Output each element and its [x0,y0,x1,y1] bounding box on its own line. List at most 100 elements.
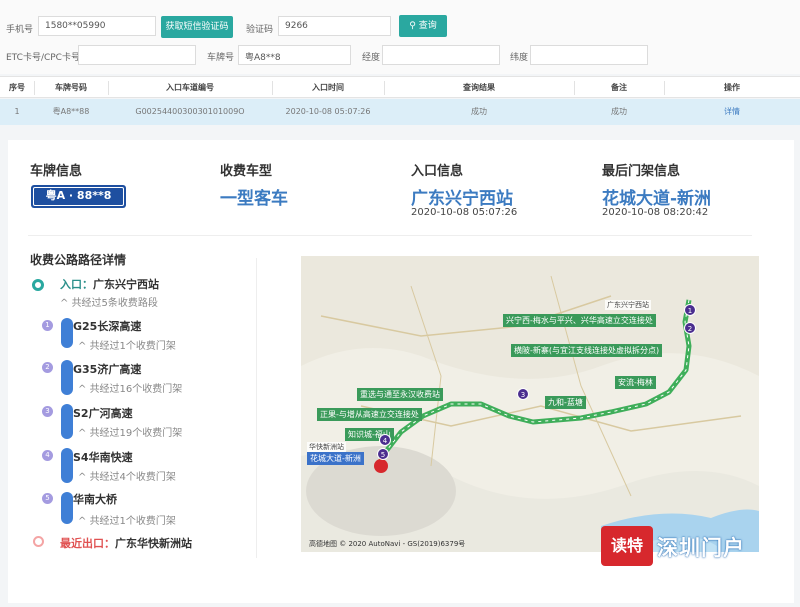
gantry-info-label: 最后门架信息 [602,164,681,179]
header-plate: 车牌号码 [55,83,87,92]
details-link[interactable]: 详情 [664,99,800,125]
route-exit: 最近出口：广东华快新洲站 [60,535,192,551]
plate-label: 车牌号 [207,53,235,63]
map-label: 花城大道-新洲 [307,452,364,465]
page: 手机号 1580**05990 获取短信验证码 验证码 9266 ⚲ 查询 ET… [0,0,800,607]
route-title: 收费公路路径详情 [30,253,127,267]
chevron-up-icon: ^ [78,516,90,527]
vehicle-type-value: 一型客车 [220,189,288,209]
header-lane: 入口车道编号 [166,83,214,92]
gantry-station: 花城大道-新洲 [602,189,712,209]
segment-track [61,492,73,524]
watermark-logo: 读特 深圳门户 [601,526,773,566]
segment-sub-text: 共经过19个收费门架 [89,428,183,439]
longitude-input[interactable] [382,45,500,65]
segment-sub[interactable]: ^ 共经过1个收费门架 [78,337,176,352]
entry-prefix: 入口： [60,278,93,291]
segment-sub[interactable]: ^ 共经过4个收费门架 [78,468,176,483]
row-result: 成功 [471,107,487,116]
code-label: 验证码 [246,25,274,35]
route-entry-sub: ^ 共经过5条收费路段 [60,294,158,309]
segment-number: 5 [42,493,53,504]
entry-name: 广东兴宁西站 [93,278,159,291]
plate-badge-text: 粤A · 88**8 [33,187,124,206]
gantry-time: 2020-10-08 08:20:42 [602,207,709,218]
divider [28,235,752,236]
row-index: 1 [14,107,20,116]
chevron-up-icon: ^ [60,298,72,309]
route-map[interactable]: 广东兴宁西站 兴宁西-梅水与平兴、兴华高速立交连接处 横陂-新寨(与宜江支线连接… [301,256,759,552]
map-label: 广东兴宁西站 [605,300,651,310]
longitude-label: 经度 [362,53,381,63]
chevron-up-icon: ^ [78,384,90,395]
segment-sub-text: 共经过4个收费门架 [89,472,176,483]
watermark-badge: 读特 [601,526,653,566]
entry-station: 广东兴宁西站 [411,189,513,209]
row-remark: 成功 [611,107,627,116]
row-time: 2020-10-08 05:07:26 [285,107,371,116]
segment-sub[interactable]: ^ 共经过1个收费门架 [78,512,176,527]
entry-sub-text: 共经过5条收费路段 [71,298,158,309]
header-time: 入口时间 [312,83,344,92]
table-header: 序号 车牌号码 入口车道编号 入口时间 查询结果 备注 操作 [0,76,800,98]
latitude-label: 纬度 [510,53,529,63]
header-index: 序号 [9,83,25,92]
phone-input[interactable]: 1580**05990 [38,16,156,36]
map-copyright: 高德地图 © 2020 AutoNavi - GS(2019)6379号 [309,540,466,548]
plate-badge: 粤A · 88**8 [31,185,126,208]
segment-number: 2 [42,362,53,373]
exit-icon [33,536,44,547]
segment-number: 4 [42,450,53,461]
exit-name: 广东华快新洲站 [115,537,192,550]
header-action: 操作 [724,83,740,92]
map-pin[interactable]: 5 [377,448,389,460]
plate-input[interactable]: 粤A8**8 [238,45,351,65]
segment-track [61,404,73,439]
map-label: 安流-梅林 [615,376,656,389]
map-label: 九和-蓝塘 [545,396,586,409]
segment-name: G25长深高速 [73,320,142,333]
segment-sub-text: 共经过1个收费门架 [89,341,176,352]
row-plate: 粤A8**88 [52,107,90,116]
query-button-label: 查询 [418,21,437,31]
segment-track [61,448,73,483]
map-label: 华快新洲站 [307,442,346,452]
chevron-up-icon: ^ [78,472,90,483]
chevron-up-icon: ^ [78,428,90,439]
etc-label: ETC卡号/CPC卡号 [6,53,80,63]
divider [256,258,257,558]
segment-number: 1 [42,320,53,331]
segment-name: 华南大桥 [73,493,117,506]
etc-input[interactable] [78,45,196,65]
latitude-input[interactable] [530,45,648,65]
query-button[interactable]: ⚲ 查询 [399,15,447,37]
map-label: 正果-与增从高速立交连接处 [317,408,422,421]
watermark-text: 深圳门户 [657,536,745,560]
map-canvas [301,256,759,552]
exit-prefix: 最近出口： [60,537,115,550]
entry-info-label: 入口信息 [411,164,464,179]
code-input[interactable]: 9266 [278,16,391,36]
row-lane: G0025440030030101009O [135,107,245,116]
segment-name: S2广河高速 [73,407,133,420]
entry-time: 2020-10-08 05:07:26 [411,207,518,218]
table-row[interactable]: 1 粤A8**88 G0025440030030101009O 2020-10-… [0,99,800,125]
segment-number: 3 [42,406,53,417]
map-pin[interactable]: 1 [684,304,696,316]
map-label: 兴宁西-梅水与平兴、兴华高速立交连接处 [503,314,656,327]
segment-track [61,318,73,348]
map-pin[interactable]: 2 [684,322,696,334]
get-code-button[interactable]: 获取短信验证码 [161,16,233,38]
map-label: 横陂-新寨(与宜江支线连接处虚拟拆分点) [511,344,663,357]
plate-info-label: 车牌信息 [30,164,83,179]
search-icon: ⚲ [409,21,419,31]
phone-label: 手机号 [6,25,34,35]
segment-name: G35济广高速 [73,363,142,376]
map-pin[interactable]: 3 [517,388,529,400]
map-pin[interactable]: 4 [379,434,391,446]
entry-icon [32,279,44,291]
segment-sub[interactable]: ^ 共经过16个收费门架 [78,380,182,395]
segment-sub[interactable]: ^ 共经过19个收费门架 [78,424,182,439]
segment-sub-text: 共经过1个收费门架 [89,516,176,527]
route-entry: 入口：广东兴宁西站 [60,276,159,292]
